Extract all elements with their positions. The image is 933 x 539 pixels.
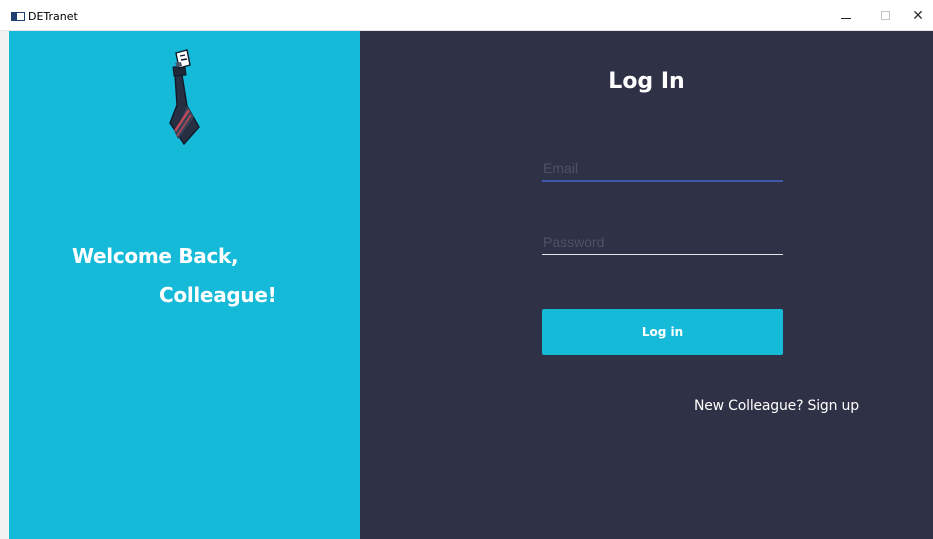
login-panel [360, 31, 933, 539]
login-button[interactable]: Log in [542, 309, 783, 355]
email-input[interactable] [542, 156, 783, 182]
welcome-heading-line2: Colleague! [159, 283, 277, 307]
app-window-icon [11, 12, 25, 21]
window-left-border [0, 31, 9, 539]
window-title: DETranet [28, 10, 78, 23]
minimize-icon [841, 18, 851, 19]
close-icon: ✕ [912, 7, 924, 24]
maximize-button[interactable] [866, 0, 904, 31]
close-button[interactable]: ✕ [903, 0, 933, 31]
window-title-bar: DETranet ✕ [0, 0, 933, 31]
password-input[interactable] [542, 229, 783, 255]
signup-link[interactable]: New Colleague? Sign up [694, 398, 859, 414]
tie-logo-icon [169, 49, 200, 146]
minimize-button[interactable] [827, 0, 865, 31]
login-title: Log In [360, 69, 933, 94]
login-title-text: Log In [608, 69, 685, 94]
maximize-icon [880, 11, 890, 20]
welcome-heading-line1: Welcome Back, [72, 244, 239, 268]
